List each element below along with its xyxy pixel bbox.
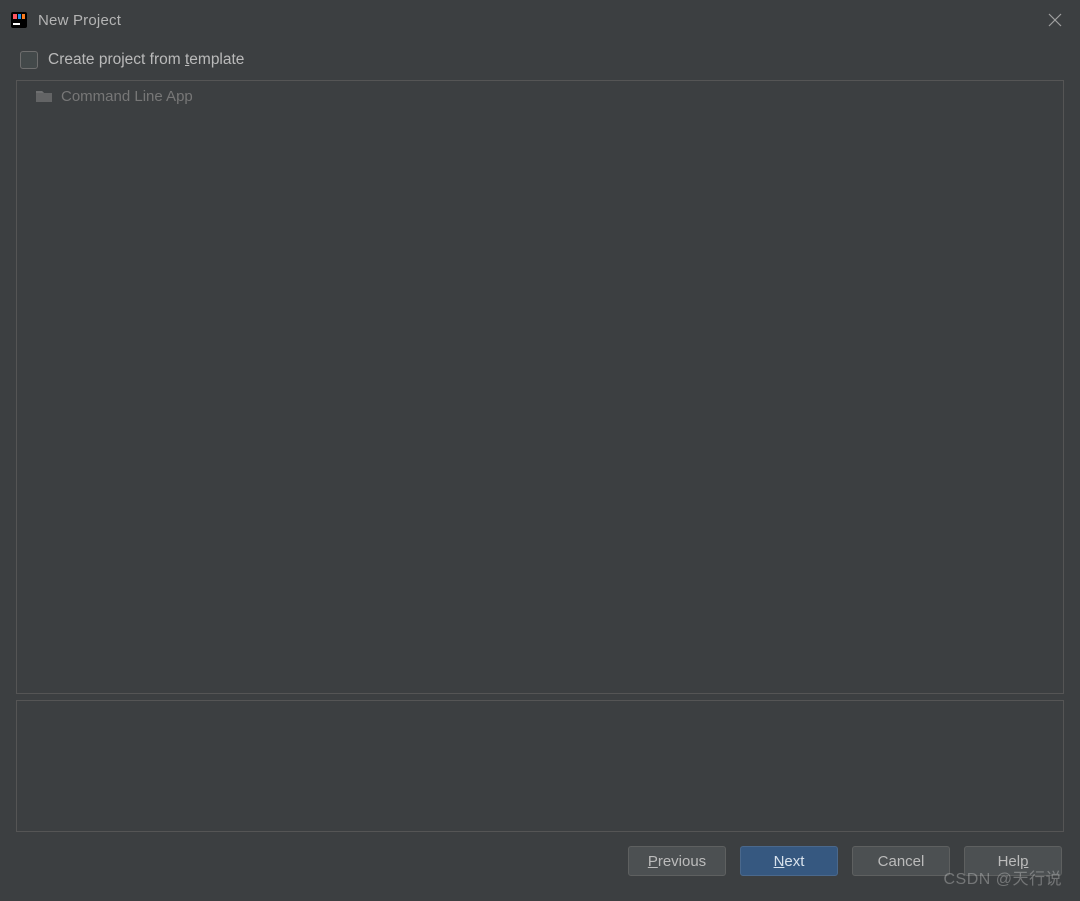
cancel-button[interactable]: Cancel	[852, 846, 950, 876]
dialog-content: Create project from template Command Lin…	[0, 40, 1080, 901]
btn-pre: Hel	[998, 853, 1021, 870]
list-item: Command Line App	[17, 81, 1063, 111]
titlebar: New Project	[0, 0, 1080, 40]
template-list-panel[interactable]: Command Line App	[16, 80, 1064, 694]
new-project-dialog: New Project Create project from template	[0, 0, 1080, 901]
previous-button[interactable]: Previous	[628, 846, 726, 876]
dialog-button-row: Previous Next Cancel Help	[16, 846, 1064, 876]
close-button[interactable]	[1040, 5, 1070, 35]
label-post: emplate	[189, 51, 244, 68]
folder-icon	[35, 89, 53, 103]
btn-label: Cancel	[878, 853, 925, 870]
template-description-panel	[16, 700, 1064, 832]
create-from-template-checkbox[interactable]	[20, 51, 38, 69]
btn-rest: ext	[784, 853, 804, 870]
btn-mn: P	[648, 853, 658, 870]
create-from-template-label[interactable]: Create project from template	[48, 51, 244, 69]
list-item-label: Command Line App	[61, 88, 193, 105]
app-icon	[10, 11, 28, 29]
window-title: New Project	[38, 12, 1040, 29]
template-checkbox-row: Create project from template	[16, 40, 1064, 80]
btn-mn: N	[774, 853, 785, 870]
help-button[interactable]: Help	[964, 846, 1062, 876]
btn-mn: p	[1020, 853, 1028, 870]
label-pre: Create project from	[48, 51, 185, 68]
btn-rest: revious	[658, 853, 706, 870]
next-button[interactable]: Next	[740, 846, 838, 876]
